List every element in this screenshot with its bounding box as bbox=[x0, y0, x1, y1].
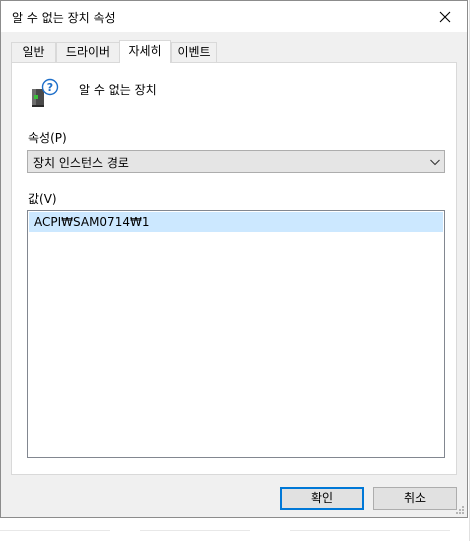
tab-events[interactable]: 이벤트 bbox=[171, 42, 217, 62]
resize-grip-icon[interactable] bbox=[455, 505, 465, 515]
background-divider bbox=[0, 530, 110, 531]
close-button[interactable] bbox=[423, 1, 467, 32]
tab-general[interactable]: 일반 bbox=[11, 42, 56, 62]
device-name: 알 수 없는 장치 bbox=[79, 83, 157, 97]
background-divider bbox=[140, 530, 250, 531]
details-panel: ? 알 수 없는 장치 속성(P) 장치 인스턴스 경로 값(V) ACPI₩S… bbox=[11, 62, 457, 475]
ok-button[interactable]: 확인 bbox=[280, 487, 364, 510]
properties-dialog: 알 수 없는 장치 속성 일반 드라이버 자세히 이벤트 ? 알 수 없는 장치… bbox=[0, 0, 468, 518]
close-icon bbox=[439, 11, 451, 22]
window-title: 알 수 없는 장치 속성 bbox=[12, 11, 116, 25]
background-divider bbox=[290, 530, 450, 531]
value-listbox[interactable]: ACPI₩SAM0714₩1 bbox=[27, 210, 445, 458]
chevron-down-icon bbox=[430, 159, 440, 166]
background-edge bbox=[469, 0, 470, 541]
property-label: 속성(P) bbox=[28, 131, 67, 145]
list-item[interactable]: ACPI₩SAM0714₩1 bbox=[29, 212, 443, 232]
tab-details[interactable]: 자세히 bbox=[119, 40, 171, 63]
cancel-button[interactable]: 취소 bbox=[373, 487, 457, 510]
property-dropdown-value: 장치 인스턴스 경로 bbox=[33, 156, 129, 170]
svg-text:?: ? bbox=[47, 81, 53, 94]
list-item-text: ACPI₩SAM0714₩1 bbox=[34, 215, 150, 229]
title-bar[interactable]: 알 수 없는 장치 속성 bbox=[1, 1, 467, 32]
tab-driver[interactable]: 드라이버 bbox=[56, 42, 120, 62]
property-dropdown[interactable]: 장치 인스턴스 경로 bbox=[27, 150, 445, 173]
value-label: 값(V) bbox=[28, 192, 57, 206]
unknown-device-icon: ? bbox=[32, 78, 59, 107]
